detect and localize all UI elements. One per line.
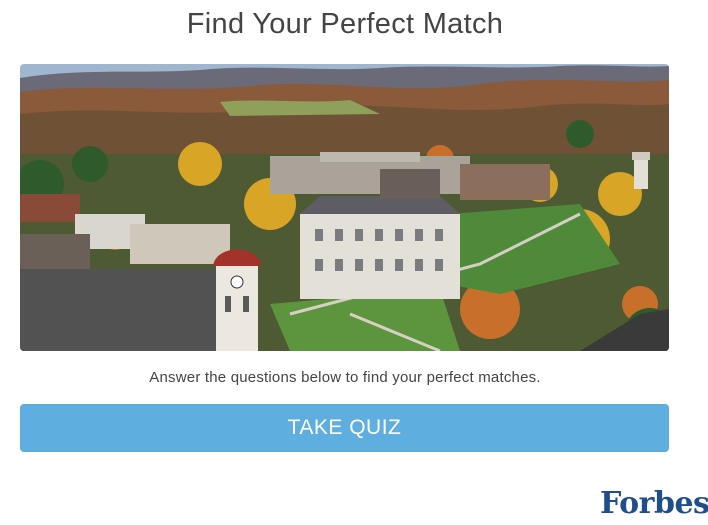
page-title: Find Your Perfect Match: [186, 8, 504, 40]
forbes-logo: Forbes: [600, 486, 708, 521]
take-quiz-button[interactable]: TAKE QUIZ: [20, 404, 669, 452]
quiz-instruction: Answer the questions below to find your …: [149, 369, 541, 386]
campus-hero-image: [20, 64, 669, 351]
